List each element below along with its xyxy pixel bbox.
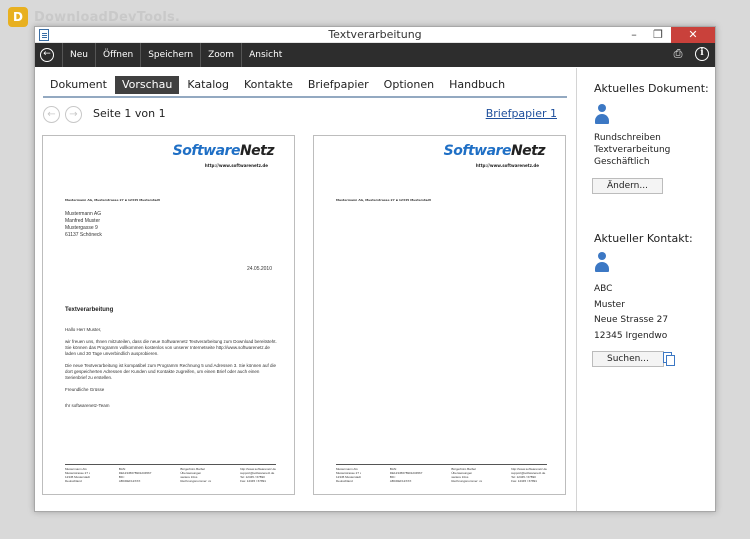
save-button[interactable]: Speichern — [140, 43, 200, 67]
watermark-text: DownloadDevTools. — [34, 9, 181, 25]
tab-vorschau[interactable]: Vorschau — [114, 76, 180, 94]
watermark-logo: D — [8, 7, 28, 27]
contact-user-icon — [595, 252, 609, 272]
sender-line: Mustermann AG, Musterstrasse 27 ▪ 12345 … — [336, 198, 431, 202]
open-button[interactable]: Öffnen — [94, 43, 140, 67]
page-info: Seite 1 von 1 — [93, 107, 166, 120]
search-contact-button[interactable]: Suchen... — [592, 351, 664, 367]
letter-footer: Mustermann AG Musterstrasse 27 ▪ 12345 M… — [336, 467, 547, 483]
current-document-heading: Aktuelles Dokument: — [594, 82, 709, 95]
preview-page-letter: SoftwareNetz http://www.softwarenetz.de … — [42, 135, 295, 495]
new-button[interactable]: Neu — [62, 43, 95, 67]
change-document-button[interactable]: Ändern... — [592, 178, 663, 194]
softwarenetz-logo: SoftwareNetz — [443, 143, 546, 159]
tab-handbuch[interactable]: Handbuch — [442, 76, 512, 94]
next-page-icon[interactable]: → — [65, 106, 82, 123]
title-bar: Textverarbeitung – ❐ ✕ — [35, 27, 715, 43]
briefpapier-link[interactable]: Briefpapier 1 — [486, 107, 557, 120]
preview-nav: ← → Seite 1 von 1 Briefpapier 1 — [43, 105, 567, 125]
info-icon[interactable]: i — [695, 47, 709, 61]
main-area: Dokument Vorschau Katalog Kontakte Brief… — [35, 68, 575, 511]
letter-body: Hallo Herr Muster, wir freuen uns, Ihnen… — [65, 327, 277, 408]
tab-optionen[interactable]: Optionen — [377, 76, 441, 94]
back-arrow-icon[interactable]: ← — [40, 48, 54, 62]
copy-icon[interactable] — [663, 352, 675, 366]
tab-briefpapier[interactable]: Briefpapier — [301, 76, 376, 94]
current-document-info: Rundschreiben Textverarbeitung Geschäftl… — [594, 133, 671, 167]
sidebar: Aktuelles Dokument: Rundschreiben Textve… — [576, 68, 715, 511]
letter-footer: Mustermann AG Musterstrasse 27 ▪ 12345 M… — [65, 467, 276, 483]
current-contact-heading: Aktueller Kontakt: — [594, 232, 693, 245]
zoom-button[interactable]: Zoom — [200, 43, 241, 67]
watermark: D DownloadDevTools. — [8, 7, 180, 27]
preview-page-letterhead: SoftwareNetz http://www.softwarenetz.de … — [313, 135, 566, 495]
maximize-button[interactable]: ❐ — [647, 27, 669, 43]
window-title: Textverarbeitung — [328, 28, 422, 41]
logo-url: http://www.softwarenetz.de — [475, 163, 539, 168]
tab-katalog[interactable]: Katalog — [180, 76, 236, 94]
footer-divider — [65, 464, 276, 465]
tab-bar: Dokument Vorschau Katalog Kontakte Brief… — [43, 76, 513, 94]
prev-page-icon[interactable]: ← — [43, 106, 60, 123]
logo-url: http://www.softwarenetz.de — [204, 163, 268, 168]
current-contact-info: ABC Muster Neue Strasse 27 12345 Irgendw… — [594, 284, 669, 341]
tab-underline — [43, 96, 567, 98]
letter-date: 24.05.2010 — [246, 266, 272, 272]
toolbar: ← Neu Öffnen Speichern Zoom Ansicht ⎙ i — [35, 43, 715, 67]
minimize-button[interactable]: – — [623, 27, 645, 43]
app-window: Textverarbeitung – ❐ ✕ ← Neu Öffnen Spei… — [34, 26, 716, 512]
tab-dokument[interactable]: Dokument — [43, 76, 114, 94]
print-icon[interactable]: ⎙ — [671, 47, 685, 61]
close-button[interactable]: ✕ — [671, 27, 715, 43]
view-button[interactable]: Ansicht — [241, 43, 289, 67]
footer-divider — [336, 464, 547, 465]
softwarenetz-logo: SoftwareNetz — [172, 143, 275, 159]
tab-kontakte[interactable]: Kontakte — [237, 76, 300, 94]
letter-subject: Textverarbeitung — [65, 307, 114, 313]
document-user-icon — [595, 104, 609, 124]
sender-line: Mustermann AG, Musterstrasse 27 ▪ 12345 … — [65, 198, 160, 202]
recipient-address: Mustermann AG Manfred Muster Mustergasse… — [65, 211, 102, 238]
